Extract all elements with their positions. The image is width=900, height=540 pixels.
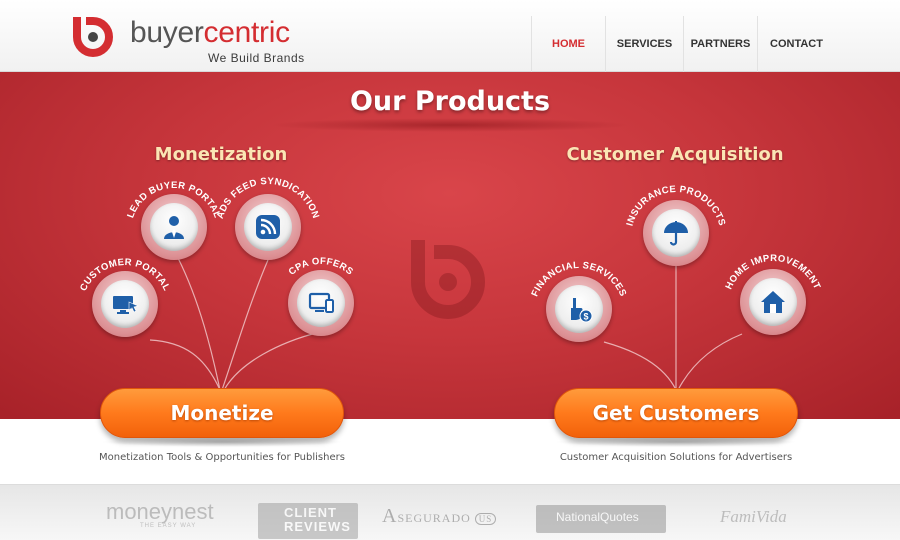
home-improvement-label-text: HOME IMPROVEMENT xyxy=(724,253,822,291)
partner-asegurado-badge: US xyxy=(474,513,497,525)
partner-client-reviews-line2: REVIEWS xyxy=(284,519,351,534)
partner-national-quotes[interactable]: NationalQuotes xyxy=(536,505,666,533)
nav-home[interactable]: HOME xyxy=(531,16,605,72)
ads-feed-syndication-label-text: ADS FEED SYNDICATION xyxy=(215,176,321,220)
insurance-products-label-text: INSURANCE PRODUCTS xyxy=(625,184,728,227)
brand-tagline: We Build Brands xyxy=(208,51,305,65)
nav-contact[interactable]: CONTACT xyxy=(757,16,835,72)
site-header: buyercentric We Build Brands HOME SERVIC… xyxy=(0,0,900,72)
svg-text:FINANCIAL SERVICES: FINANCIAL SERVICES xyxy=(529,260,628,299)
svg-text:LEAD BUYER PORTAL: LEAD BUYER PORTAL xyxy=(125,180,222,220)
partners-strip: moneynest THE EASY WAY CLIENT REVIEWS AS… xyxy=(0,484,900,540)
partner-famivida-name: FamiVida xyxy=(720,507,787,526)
partner-moneynest-name: moneynest xyxy=(106,499,214,524)
brand-name-part1: buyer xyxy=(130,16,204,49)
home-improvement-label: HOME IMPROVEMENT xyxy=(724,253,823,291)
financial-services-label: FINANCIAL SERVICES xyxy=(529,260,628,299)
bc-logo-icon xyxy=(73,17,113,57)
svg-text:ADS FEED SYNDICATION: ADS FEED SYNDICATION xyxy=(215,176,321,220)
brand-name-part2: centric xyxy=(203,16,291,49)
get-customers-button[interactable]: Get Customers xyxy=(554,388,798,438)
lead-buyer-portal-label-text: LEAD BUYER PORTAL xyxy=(125,180,222,220)
svg-text:CPA OFFERS: CPA OFFERS xyxy=(287,256,356,278)
get-customers-button-shadow xyxy=(554,437,798,447)
partner-client-reviews[interactable]: CLIENT REVIEWS xyxy=(258,503,358,539)
partner-asegurado[interactable]: ASEGURADO US xyxy=(382,505,512,537)
partner-asegurado-rest: SEGURADO xyxy=(397,511,471,525)
monetize-button[interactable]: Monetize xyxy=(100,388,344,438)
cpa-offers-label: CPA OFFERS xyxy=(287,256,356,278)
monetize-button-shadow xyxy=(100,437,344,447)
monetization-description: Monetization Tools & Opportunities for P… xyxy=(99,452,345,463)
cpa-offers-label-text: CPA OFFERS xyxy=(287,256,355,278)
main-nav: HOME SERVICES PARTNERS CONTACT xyxy=(531,16,835,72)
nav-partners[interactable]: PARTNERS xyxy=(683,16,757,72)
products-hero: Our Products Monetization Customer Acqui… xyxy=(0,72,900,419)
partner-moneynest[interactable]: moneynest THE EASY WAY xyxy=(84,499,234,531)
svg-text:INSURANCE PRODUCTS: INSURANCE PRODUCTS xyxy=(625,184,728,227)
partner-famivida[interactable]: FamiVida xyxy=(690,507,810,539)
svg-text:HOME IMPROVEMENT: HOME IMPROVEMENT xyxy=(724,253,823,291)
brand-logo[interactable]: buyercentric We Build Brands xyxy=(68,10,318,66)
brand-name: buyercentric xyxy=(130,18,290,48)
partner-asegurado-initial: A xyxy=(382,505,398,527)
partner-moneynest-tagline: THE EASY WAY xyxy=(140,523,197,529)
nav-services[interactable]: SERVICES xyxy=(605,16,683,72)
insurance-products-label: INSURANCE PRODUCTS xyxy=(625,184,728,227)
financial-services-label-text: FINANCIAL SERVICES xyxy=(529,260,628,299)
acquisition-description: Customer Acquisition Solutions for Adver… xyxy=(559,452,793,463)
partner-national-quotes-name: NationalQuotes xyxy=(556,510,639,524)
partner-client-reviews-line1: CLIENT xyxy=(284,505,337,520)
